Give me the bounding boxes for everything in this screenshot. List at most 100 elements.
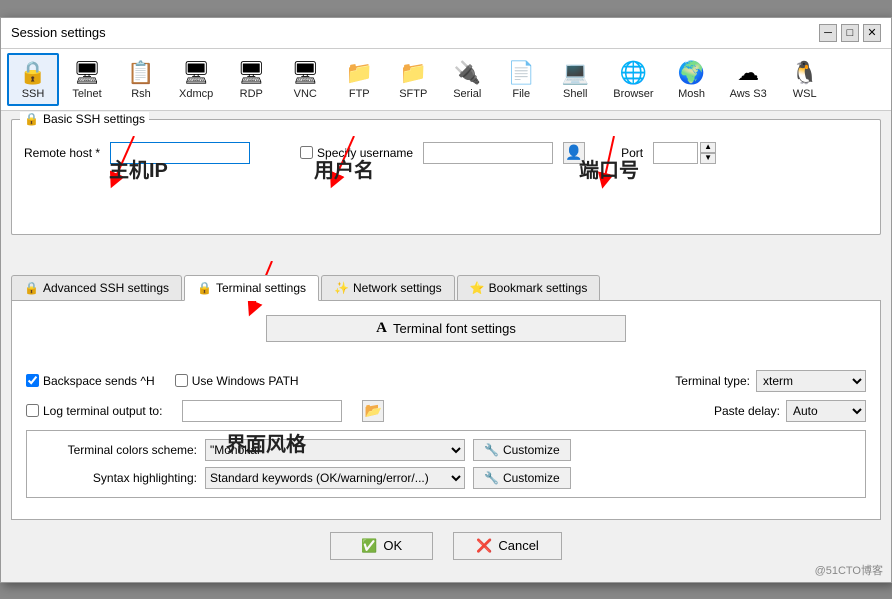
port-input[interactable]: 22 — [653, 142, 698, 164]
ssh-icon: 🔒 — [19, 59, 46, 87]
paste-delay-select[interactable]: Auto 0ms 10ms 20ms — [786, 400, 866, 422]
terminal-font-button[interactable]: A Terminal font settings — [266, 315, 626, 342]
tab-icon-terminal: 🔒 — [197, 281, 212, 295]
toolbar-item-serial[interactable]: 🔌Serial — [441, 53, 493, 106]
windows-path-group: Use Windows PATH — [175, 374, 299, 388]
toolbar-item-browser[interactable]: 🌐Browser — [603, 53, 663, 106]
toolbar-item-ftp[interactable]: 📁FTP — [333, 53, 385, 106]
watermark: @51CTO博客 — [815, 562, 883, 578]
log-output-checkbox[interactable] — [26, 404, 39, 417]
telnet-icon: 🖥 — [73, 59, 101, 87]
backspace-checkbox[interactable] — [26, 374, 39, 387]
user-icon-button[interactable]: 👤 — [563, 142, 585, 164]
folder-button[interactable]: 📂 — [362, 400, 384, 422]
session-settings-window: Session settings ─ □ ✕ 🔒SSH🖥Telnet📋Rsh🖥X… — [0, 17, 892, 583]
basic-ssh-row: Remote host * Specify username 👤 Port 22… — [24, 142, 868, 164]
bottom-bar: ✅ OK ❌ Cancel — [11, 520, 881, 574]
wsl-icon: 🐧 — [791, 59, 818, 87]
tab-icon-network: ✨ — [334, 281, 349, 295]
terminal-type-group: Terminal type: xterm xterm-256color vt10… — [675, 370, 866, 392]
toolbar-item-wsl[interactable]: 🐧WSL — [779, 53, 831, 106]
maximize-button[interactable]: □ — [841, 24, 859, 42]
sftp-label: SFTP — [399, 88, 427, 100]
options-row-2: Log terminal output to: 📂 Paste delay: A… — [26, 400, 866, 422]
vnc-icon: 🖥 — [291, 59, 319, 87]
toolbar-item-file[interactable]: 📄File — [495, 53, 547, 106]
toolbar-item-awss3[interactable]: ☁Aws S3 — [720, 53, 777, 106]
toolbar-item-rdp[interactable]: 🖥RDP — [225, 53, 277, 106]
ok-button[interactable]: ✅ OK — [330, 532, 433, 560]
port-label: Port — [621, 146, 643, 160]
ssh-label: SSH — [22, 88, 45, 100]
tab-bookmark[interactable]: ⭐ Bookmark settings — [457, 275, 601, 300]
toolbar-item-mosh[interactable]: 🌍Mosh — [666, 53, 718, 106]
rdp-label: RDP — [240, 88, 263, 100]
font-icon: A — [376, 320, 387, 337]
toolbar-item-vnc[interactable]: 🖥VNC — [279, 53, 331, 106]
ftp-icon: 📁 — [346, 59, 373, 87]
basic-ssh-group: 🔒 Basic SSH settings Remote host * Speci… — [11, 119, 881, 235]
windows-path-checkbox[interactable] — [175, 374, 188, 387]
file-label: File — [512, 88, 530, 100]
tab-label-bookmark: Bookmark settings — [489, 281, 588, 295]
sftp-icon: 📁 — [400, 59, 427, 87]
colors-section: Terminal colors scheme: "Monokai" Defaul… — [26, 430, 866, 498]
terminal-type-label: Terminal type: — [675, 374, 750, 388]
username-input[interactable] — [423, 142, 553, 164]
syntax-customize-button[interactable]: 🔧 Customize — [473, 467, 571, 489]
tab-label-network: Network settings — [353, 281, 442, 295]
ok-label: OK — [383, 538, 402, 553]
awss3-icon: ☁ — [737, 59, 759, 87]
scheme-row: Terminal colors scheme: "Monokai" Defaul… — [37, 439, 855, 461]
browser-icon: 🌐 — [620, 59, 647, 87]
backspace-group: Backspace sends ^H — [26, 374, 155, 388]
syntax-select[interactable]: Standard keywords (OK/warning/error/...)… — [205, 467, 465, 489]
toolbar-item-shell[interactable]: 💻Shell — [549, 53, 601, 106]
ok-icon: ✅ — [361, 538, 377, 554]
telnet-label: Telnet — [72, 88, 101, 100]
tab-terminal[interactable]: 🔒 Terminal settings — [184, 275, 319, 301]
backspace-label: Backspace sends ^H — [43, 374, 155, 388]
title-bar: Session settings ─ □ ✕ — [1, 18, 891, 49]
minimize-button[interactable]: ─ — [819, 24, 837, 42]
cancel-label: Cancel — [498, 538, 538, 553]
toolbar-item-xdmcp[interactable]: 🖥Xdmcp — [169, 53, 223, 106]
serial-icon: 🔌 — [454, 59, 481, 87]
toolbar-item-ssh[interactable]: 🔒SSH — [7, 53, 59, 106]
paste-delay-group: Paste delay: Auto 0ms 10ms 20ms — [714, 400, 866, 422]
scheme-label: Terminal colors scheme: — [37, 443, 197, 457]
tab-label-advanced: Advanced SSH settings — [43, 281, 169, 295]
file-icon: 📄 — [508, 59, 535, 87]
mosh-icon: 🌍 — [678, 59, 705, 87]
options-row-1: Backspace sends ^H Use Windows PATH Term… — [26, 370, 866, 392]
awss3-label: Aws S3 — [730, 88, 767, 100]
xdmcp-icon: 🖥 — [182, 59, 210, 87]
specify-username-checkbox[interactable] — [300, 146, 313, 159]
serial-label: Serial — [453, 88, 481, 100]
terminal-type-select[interactable]: xterm xterm-256color vt100 linux — [756, 370, 866, 392]
cancel-button[interactable]: ❌ Cancel — [453, 532, 562, 560]
xdmcp-label: Xdmcp — [179, 88, 213, 100]
specify-username-label: Specify username — [317, 146, 413, 160]
remote-host-input[interactable] — [110, 142, 250, 164]
tabs-row: 🔒Advanced SSH settings 🔒 Terminal settings… — [11, 275, 881, 300]
syntax-row: Syntax highlighting: Standard keywords (… — [37, 467, 855, 489]
tab-advanced[interactable]: 🔒Advanced SSH settings — [11, 275, 182, 300]
port-down-button[interactable]: ▼ — [700, 153, 716, 164]
port-up-button[interactable]: ▲ — [700, 142, 716, 153]
scheme-customize-button[interactable]: 🔧 Customize — [473, 439, 571, 461]
ftp-label: FTP — [349, 88, 370, 100]
tab-label-terminal: Terminal settings — [216, 281, 306, 295]
tab-icon-bookmark: ⭐ — [470, 281, 485, 295]
close-button[interactable]: ✕ — [863, 24, 881, 42]
log-output-input[interactable] — [182, 400, 342, 422]
browser-label: Browser — [613, 88, 653, 100]
toolbar-item-rsh[interactable]: 📋Rsh — [115, 53, 167, 106]
basic-ssh-title: 🔒 Basic SSH settings — [20, 112, 149, 126]
toolbar-item-sftp[interactable]: 📁SFTP — [387, 53, 439, 106]
tab-network[interactable]: ✨ Network settings — [321, 275, 455, 300]
toolbar-item-telnet[interactable]: 🖥Telnet — [61, 53, 113, 106]
mosh-label: Mosh — [678, 88, 705, 100]
syntax-customize-icon: 🔧 — [484, 471, 499, 485]
icon-toolbar: 🔒SSH🖥Telnet📋Rsh🖥Xdmcp🖥RDP🖥VNC📁FTP📁SFTP🔌S… — [1, 49, 891, 111]
